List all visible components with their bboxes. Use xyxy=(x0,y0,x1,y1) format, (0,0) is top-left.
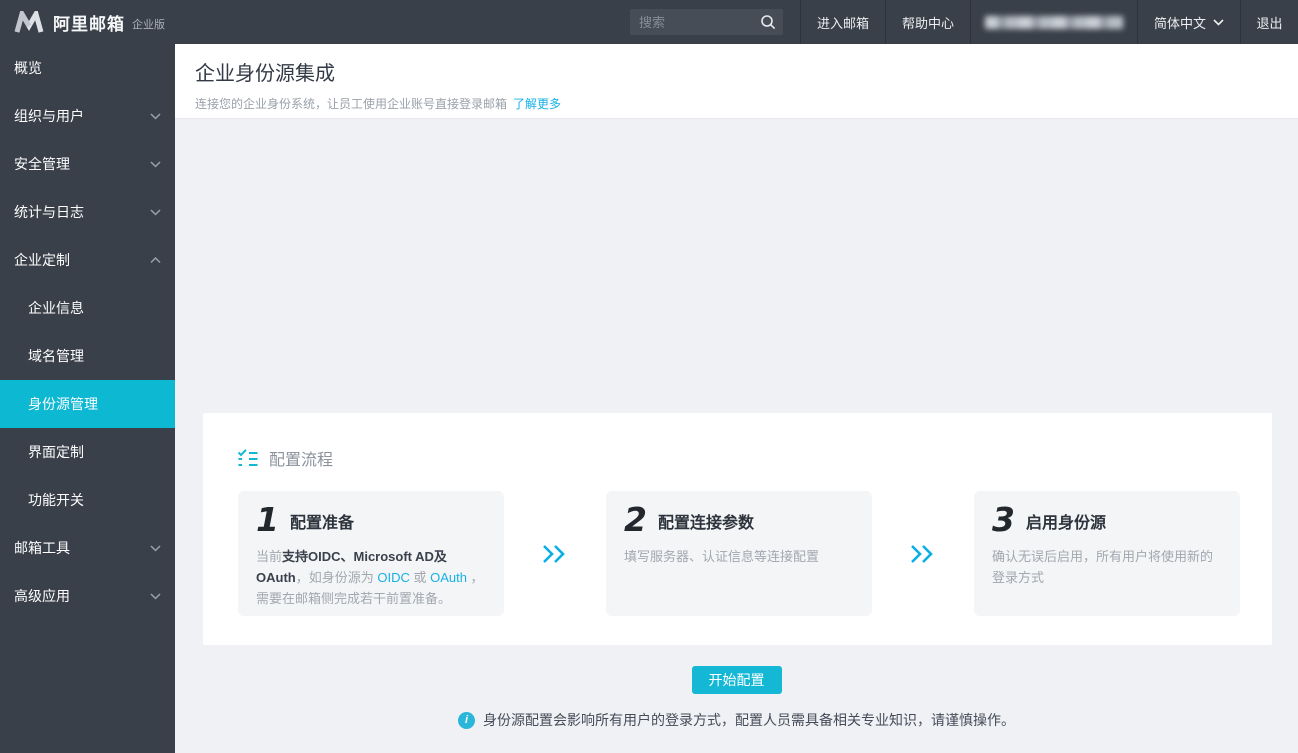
help-center-button[interactable]: 帮助中心 xyxy=(885,0,970,44)
chevron-down-icon xyxy=(150,593,161,600)
page-title: 企业身份源集成 xyxy=(195,57,1298,86)
step-header: 2 配置连接参数 xyxy=(624,506,854,534)
sidebar-item-label: 统计与日志 xyxy=(14,202,84,222)
enter-mailbox-button[interactable]: 进入邮箱 xyxy=(800,0,885,44)
step-number: 2 xyxy=(624,506,647,534)
search-input[interactable] xyxy=(639,15,760,30)
page-header: 企业身份源集成 连接您的企业身份系统，让员工使用企业账号直接登录邮箱了解更多 xyxy=(175,44,1298,119)
sidebar-item-domain-management[interactable]: 域名管理 xyxy=(0,332,175,380)
actions-row: 开始配置 xyxy=(175,666,1298,694)
sidebar-item-label: 概览 xyxy=(14,58,42,78)
step-number: 3 xyxy=(992,506,1015,534)
config-flow-card: 配置流程 1 配置准备 当前支持OIDC、Microsoft AD及OAuth，… xyxy=(203,413,1272,645)
flow-section-header: 配置流程 xyxy=(238,446,1240,470)
sidebar-item-feature-switch[interactable]: 功能开关 xyxy=(0,476,175,524)
sidebar-item-label: 域名管理 xyxy=(28,346,84,366)
flow-section-title: 配置流程 xyxy=(269,446,333,470)
flow-steps: 1 配置准备 当前支持OIDC、Microsoft AD及OAuth，如身份源为… xyxy=(238,491,1240,616)
step-card-3: 3 启用身份源 确认无误后启用，所有用户将使用新的登录方式 xyxy=(974,491,1240,616)
step-card-2: 2 配置连接参数 填写服务器、认证信息等连接配置 xyxy=(606,491,872,616)
caution-note-text: 身份源配置会影响所有用户的登录方式，配置人员需具备相关专业知识，请谨慎操作。 xyxy=(483,710,1015,730)
sidebar-item-label: 企业信息 xyxy=(28,298,84,318)
sidebar-item-label: 邮箱工具 xyxy=(14,538,70,558)
search-icon[interactable] xyxy=(760,14,776,30)
account-name-masked[interactable] xyxy=(970,0,1137,44)
sidebar-item-overview[interactable]: 概览 xyxy=(0,44,175,92)
info-icon: i xyxy=(458,712,475,729)
search-box[interactable] xyxy=(630,9,783,35)
sidebar-item-identity-source[interactable]: 身份源管理 xyxy=(0,380,175,428)
sidebar-item-label: 企业定制 xyxy=(14,250,70,270)
step-title: 启用身份源 xyxy=(1026,509,1106,534)
sidebar-item-ui-custom[interactable]: 界面定制 xyxy=(0,428,175,476)
step-connector xyxy=(872,544,974,564)
step-header: 3 启用身份源 xyxy=(992,506,1222,534)
sidebar-item-stats-logs[interactable]: 统计与日志 xyxy=(0,188,175,236)
sidebar-item-label: 界面定制 xyxy=(28,442,84,462)
brand-edition: 企业版 xyxy=(132,16,165,32)
sidebar-item-mail-tools[interactable]: 邮箱工具 xyxy=(0,524,175,572)
sidebar-item-label: 身份源管理 xyxy=(28,394,98,414)
step-title: 配置连接参数 xyxy=(658,509,754,534)
step-card-1: 1 配置准备 当前支持OIDC、Microsoft AD及OAuth，如身份源为… xyxy=(238,491,504,616)
sidebar-item-security[interactable]: 安全管理 xyxy=(0,140,175,188)
sidebar-item-label: 功能开关 xyxy=(28,490,84,510)
sidebar-item-enterprise-info[interactable]: 企业信息 xyxy=(0,284,175,332)
step-description: 填写服务器、认证信息等连接配置 xyxy=(624,546,854,567)
checklist-icon xyxy=(238,449,258,467)
chevron-down-icon xyxy=(150,113,161,120)
sidebar: 概览 组织与用户 安全管理 统计与日志 企业定制 企业信息 域名管理 身份源管理… xyxy=(0,44,175,753)
sidebar-item-label: 安全管理 xyxy=(14,154,70,174)
account-blur xyxy=(985,16,1123,29)
page-subtitle-text: 连接您的企业身份系统，让员工使用企业账号直接登录邮箱 xyxy=(195,97,507,111)
step1-desc-mid2: 或 xyxy=(410,570,430,585)
topbar: 阿里邮箱 企业版 进入邮箱 帮助中心 简体中文 退出 xyxy=(0,0,1298,44)
chevron-down-icon xyxy=(1213,19,1224,26)
chevron-down-icon xyxy=(150,161,161,168)
learn-more-link[interactable]: 了解更多 xyxy=(513,97,561,111)
step1-desc-prefix: 当前 xyxy=(256,549,282,564)
step1-desc-mid1: ，如身份源为 xyxy=(296,570,378,585)
sidebar-item-advanced-apps[interactable]: 高级应用 xyxy=(0,572,175,620)
step-title: 配置准备 xyxy=(290,509,354,534)
step-connector xyxy=(504,544,606,564)
sidebar-item-label: 高级应用 xyxy=(14,586,70,606)
chevron-down-icon xyxy=(150,209,161,216)
oauth-link[interactable]: OAuth xyxy=(430,570,467,585)
brand: 阿里邮箱 企业版 xyxy=(0,10,165,35)
oidc-link[interactable]: OIDC xyxy=(377,570,410,585)
alimail-m-logo-icon xyxy=(14,11,44,33)
double-chevron-right-icon xyxy=(542,544,568,564)
sidebar-item-enterprise-custom[interactable]: 企业定制 xyxy=(0,236,175,284)
step-header: 1 配置准备 xyxy=(256,506,486,534)
step-description: 确认无误后启用，所有用户将使用新的登录方式 xyxy=(992,546,1222,588)
caution-note: i 身份源配置会影响所有用户的登录方式，配置人员需具备相关专业知识，请谨慎操作。 xyxy=(175,710,1298,730)
sidebar-item-org-users[interactable]: 组织与用户 xyxy=(0,92,175,140)
start-config-button[interactable]: 开始配置 xyxy=(692,666,782,694)
brand-name: 阿里邮箱 xyxy=(53,10,125,35)
chevron-up-icon xyxy=(150,257,161,264)
chevron-down-icon xyxy=(150,545,161,552)
double-chevron-right-icon xyxy=(910,544,936,564)
language-selector[interactable]: 简体中文 xyxy=(1137,0,1240,44)
language-label: 简体中文 xyxy=(1154,13,1206,32)
page-subtitle: 连接您的企业身份系统，让员工使用企业账号直接登录邮箱了解更多 xyxy=(195,95,1298,112)
step-description: 当前支持OIDC、Microsoft AD及OAuth，如身份源为 OIDC 或… xyxy=(256,546,486,609)
step-number: 1 xyxy=(256,506,279,534)
sidebar-item-label: 组织与用户 xyxy=(14,106,84,126)
logout-button[interactable]: 退出 xyxy=(1240,0,1298,44)
